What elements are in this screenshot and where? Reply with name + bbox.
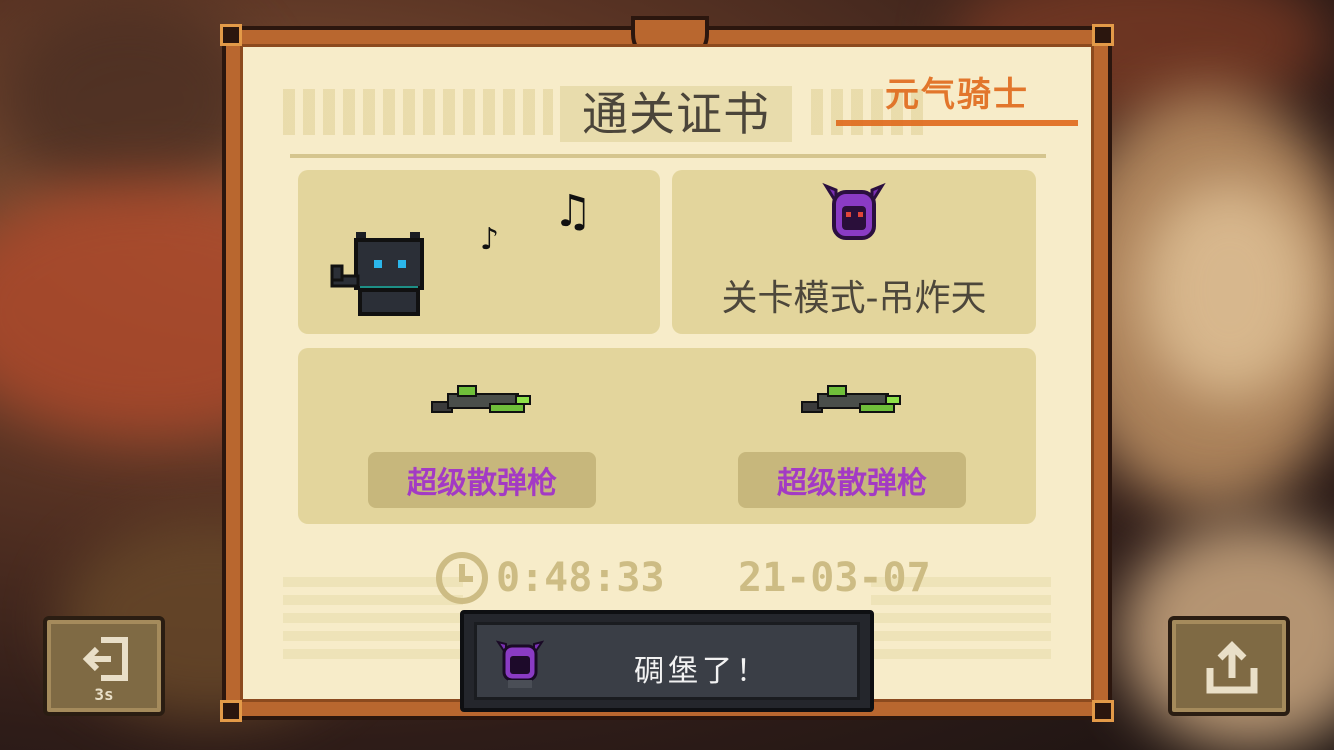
exit-button[interactable]: 3s (43, 616, 165, 716)
weapon-name: 超级散弹枪 (368, 452, 596, 508)
toast-text: 碉堡了！ (634, 654, 770, 689)
music-note-icon: ♪ (480, 222, 500, 257)
toast-message: 碉堡了！ (460, 610, 874, 712)
demon-helmet-icon (496, 640, 544, 688)
clock-icon (436, 552, 488, 604)
certificate-title: 通关证书 (560, 86, 792, 142)
share-icon (1206, 641, 1258, 694)
frame-corner (1092, 24, 1114, 46)
shotgun-icon (431, 385, 531, 413)
share-button[interactable] (1168, 616, 1290, 716)
exit-countdown: 3s (94, 685, 114, 704)
black-cat-icon (330, 232, 424, 316)
clear-time: 0:48:33 (436, 552, 665, 604)
divider (290, 154, 1046, 158)
frame-corner (220, 24, 242, 46)
clear-date: 21-03-07 (738, 555, 931, 601)
shotgun-icon (801, 385, 901, 413)
demon-helmet-icon (822, 182, 886, 240)
exit-icon (82, 637, 128, 681)
game-logo-stamp: 元气骑士 (836, 62, 1078, 126)
music-note-icon: ♫ (553, 186, 593, 237)
decorative-pattern (283, 89, 553, 135)
frame-corner (1092, 700, 1114, 722)
weapon-name: 超级散弹枪 (738, 452, 966, 508)
clear-time-value: 0:48:33 (496, 555, 665, 601)
level-name: 关卡模式-吊炸天 (721, 278, 987, 319)
frame-corner (220, 700, 242, 722)
